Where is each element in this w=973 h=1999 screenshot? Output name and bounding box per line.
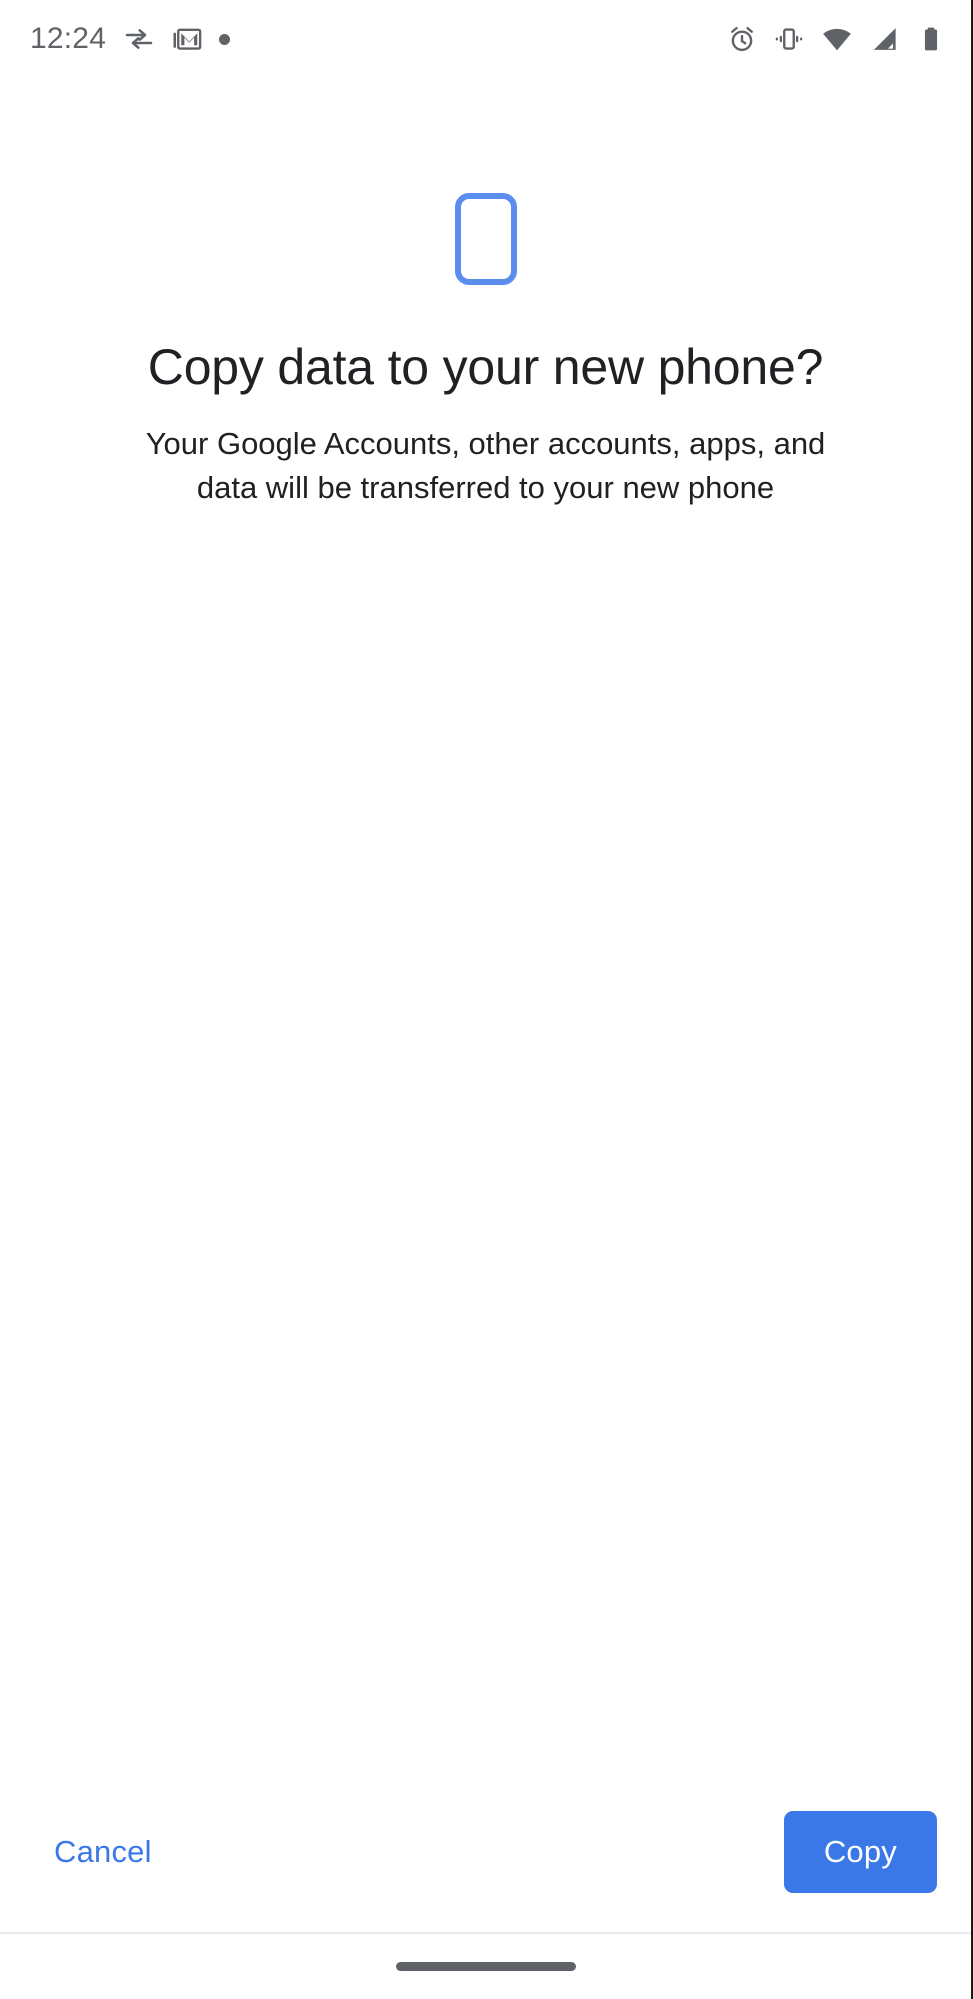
status-bar-clock: 12:24 bbox=[30, 22, 107, 55]
status-bar-right bbox=[727, 23, 945, 55]
gmail-icon bbox=[172, 24, 202, 54]
notification-dot-icon bbox=[219, 33, 231, 45]
copy-button[interactable]: Copy bbox=[783, 1811, 937, 1893]
vibrate-icon bbox=[774, 24, 804, 54]
status-bar: 12:24 bbox=[0, 0, 971, 78]
battery-icon bbox=[917, 25, 945, 53]
main-content: Copy data to your new phone? Your Google… bbox=[0, 78, 971, 1772]
smartphone-icon bbox=[454, 193, 517, 285]
action-bar: Cancel Copy bbox=[0, 1772, 971, 1932]
data-transfer-icon bbox=[123, 23, 155, 55]
wifi-icon bbox=[821, 23, 853, 55]
cancel-button[interactable]: Cancel bbox=[44, 1820, 162, 1884]
system-navigation-bar bbox=[0, 1932, 971, 1999]
alarm-clock-icon bbox=[727, 24, 757, 54]
page-title: Copy data to your new phone? bbox=[147, 339, 824, 395]
cellular-signal-icon bbox=[870, 24, 900, 54]
home-gesture-pill-icon[interactable] bbox=[395, 1962, 576, 1971]
status-bar-left: 12:24 bbox=[30, 22, 231, 55]
page-subtitle: Your Google Accounts, other accounts, ap… bbox=[145, 426, 826, 506]
phone-screen: 12:24 Copy data to your new phone? Your … bbox=[0, 0, 973, 1999]
